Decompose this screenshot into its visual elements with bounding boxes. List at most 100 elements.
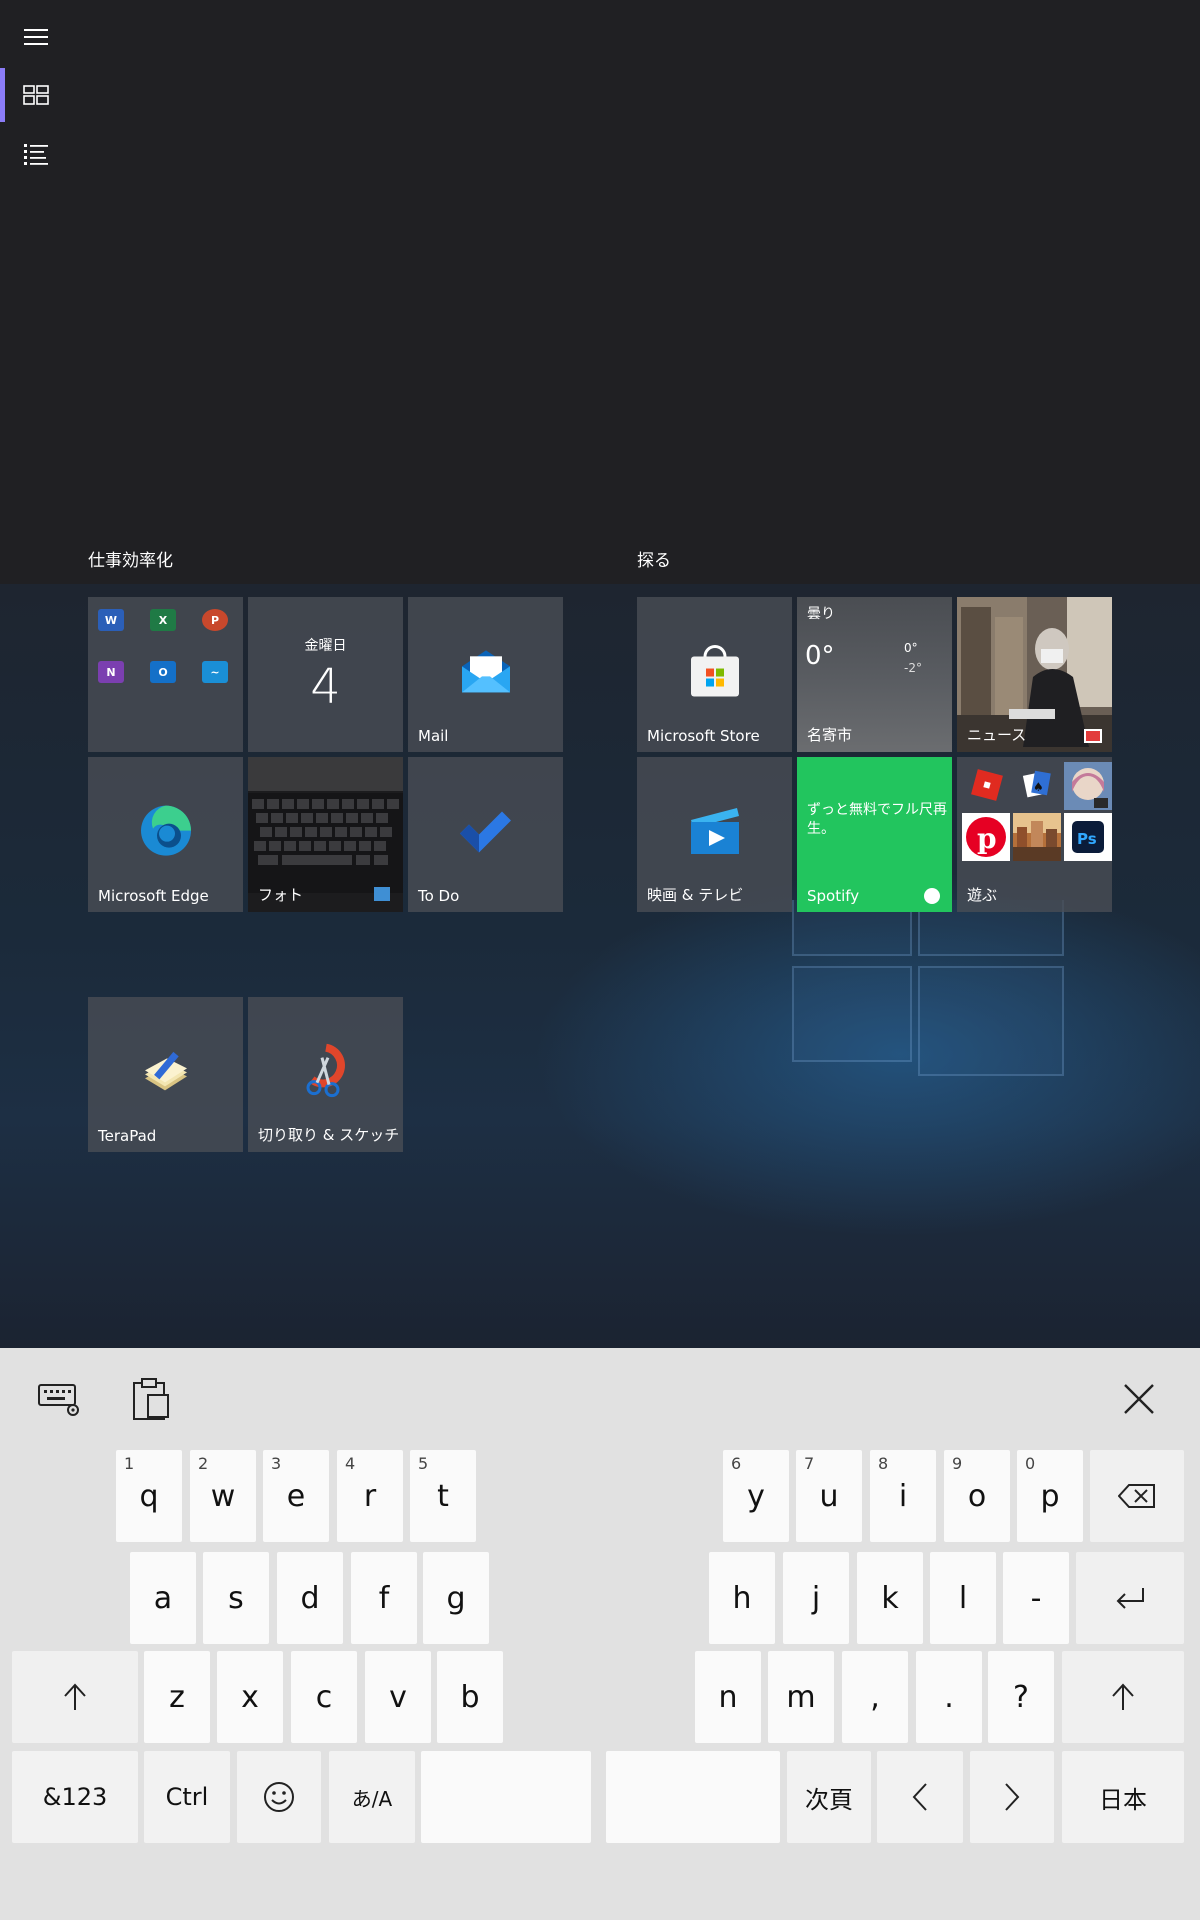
svg-text:p: p bbox=[977, 822, 997, 855]
group-title-productivity[interactable]: 仕事効率化 bbox=[88, 546, 173, 571]
calendar-tile[interactable]: 金曜日 4 bbox=[248, 597, 403, 752]
hamburger-menu-button[interactable] bbox=[0, 8, 72, 66]
weather-tile[interactable]: 曇り 0° 0° -2° 名寄市 bbox=[797, 597, 952, 752]
excel-icon[interactable]: X bbox=[150, 609, 176, 631]
list-view-icon bbox=[24, 144, 48, 165]
news-tile-label: ニュース bbox=[967, 726, 1027, 744]
office-apps-tile[interactable]: W X P N O ~ bbox=[88, 597, 243, 752]
store-tile[interactable]: Microsoft Store bbox=[637, 597, 792, 752]
key-f[interactable]: f bbox=[351, 1552, 417, 1644]
all-apps-button[interactable] bbox=[0, 126, 72, 184]
photos-tile-label: フォト bbox=[258, 886, 304, 904]
start-screen: 仕事効率化 探る W X P N O ~ 金曜日 4 Mail Microsof… bbox=[0, 0, 1200, 1348]
key-h[interactable]: h bbox=[709, 1552, 775, 1644]
key-k[interactable]: k bbox=[857, 1552, 923, 1644]
news-tile[interactable]: ニュース bbox=[957, 597, 1112, 752]
play-folder-tile[interactable]: ♠ p Ps 遊ぶ bbox=[957, 757, 1112, 912]
roblox-icon[interactable] bbox=[962, 762, 1010, 810]
tiles-view-icon bbox=[23, 85, 49, 105]
game-city-icon[interactable] bbox=[1013, 813, 1061, 861]
key-g[interactable]: g bbox=[423, 1552, 489, 1644]
todo-tile[interactable]: To Do bbox=[408, 757, 563, 912]
movies-tv-tile[interactable]: 映画 & テレビ bbox=[637, 757, 792, 912]
shift-key-right[interactable] bbox=[1062, 1651, 1184, 1743]
shift-icon bbox=[64, 1683, 86, 1710]
mail-tile[interactable]: Mail bbox=[408, 597, 563, 752]
wallpaper-window-pane bbox=[918, 966, 1064, 1076]
weather-low: -2° bbox=[904, 661, 922, 675]
store-tile-label: Microsoft Store bbox=[647, 727, 760, 745]
pinned-tiles-button[interactable] bbox=[0, 66, 72, 124]
key-comma[interactable]: , bbox=[842, 1651, 908, 1743]
numbers-key[interactable]: &123 bbox=[12, 1751, 138, 1843]
pinterest-icon[interactable]: p bbox=[962, 813, 1010, 861]
svg-text:♠: ♠ bbox=[1033, 780, 1044, 794]
key-i[interactable]: 8i bbox=[870, 1450, 936, 1542]
key-n[interactable]: n bbox=[695, 1651, 761, 1743]
ctrl-key[interactable]: Ctrl bbox=[144, 1751, 230, 1843]
snip-sketch-tile[interactable]: 切り取り & スケッチ bbox=[248, 997, 403, 1152]
snip-sketch-icon bbox=[306, 1043, 345, 1097]
key-u[interactable]: 7u bbox=[796, 1450, 862, 1542]
key-d[interactable]: d bbox=[277, 1552, 343, 1644]
spotify-promo-text: ずっと無料でフル尺再生。 bbox=[807, 802, 947, 837]
clipboard-button[interactable] bbox=[128, 1376, 174, 1422]
mail-tile-label: Mail bbox=[418, 727, 449, 745]
snip-sketch-tile-label: 切り取り & スケッチ bbox=[258, 1126, 400, 1144]
photos-tile[interactable]: フォト bbox=[248, 757, 403, 912]
svg-text:Ps: Ps bbox=[1077, 830, 1097, 848]
next-page-key[interactable]: 次頁 bbox=[787, 1751, 871, 1843]
photoshop-express-icon[interactable]: Ps bbox=[1064, 813, 1112, 861]
backspace-key[interactable] bbox=[1090, 1450, 1184, 1542]
terapad-tile[interactable]: TeraPad bbox=[88, 997, 243, 1152]
terapad-tile-label: TeraPad bbox=[98, 1127, 157, 1145]
key-c[interactable]: c bbox=[291, 1651, 357, 1743]
emoji-key[interactable] bbox=[237, 1751, 321, 1843]
movies-tv-icon bbox=[690, 807, 739, 854]
enter-key[interactable] bbox=[1076, 1552, 1184, 1644]
edge-tile[interactable]: Microsoft Edge bbox=[88, 757, 243, 912]
powerpoint-icon[interactable]: P bbox=[202, 609, 228, 631]
shift-key-left[interactable] bbox=[12, 1651, 138, 1743]
weather-high: 0° bbox=[904, 641, 918, 655]
key-y[interactable]: 6y bbox=[723, 1450, 789, 1542]
key-b[interactable]: b bbox=[437, 1651, 503, 1743]
key-o[interactable]: 9o bbox=[944, 1450, 1010, 1542]
outlook-icon[interactable]: O bbox=[150, 661, 176, 683]
language-key[interactable]: 日本 bbox=[1062, 1751, 1184, 1843]
sway-icon[interactable]: ~ bbox=[202, 661, 228, 683]
key-r[interactable]: 4r bbox=[337, 1450, 403, 1542]
word-icon[interactable]: W bbox=[98, 609, 124, 631]
key-w[interactable]: 2w bbox=[190, 1450, 256, 1542]
key-x[interactable]: x bbox=[217, 1651, 283, 1743]
key-z[interactable]: z bbox=[144, 1651, 210, 1743]
key-q[interactable]: 1q bbox=[116, 1450, 182, 1542]
ime-mode-key[interactable]: あ/A bbox=[329, 1751, 415, 1843]
right-arrow-key[interactable] bbox=[970, 1751, 1054, 1843]
key-question[interactable]: ? bbox=[988, 1651, 1054, 1743]
left-arrow-key[interactable] bbox=[877, 1751, 963, 1843]
key-m[interactable]: m bbox=[768, 1651, 834, 1743]
close-keyboard-button[interactable] bbox=[1116, 1376, 1162, 1422]
key-period[interactable]: . bbox=[916, 1651, 982, 1743]
key-j[interactable]: j bbox=[783, 1552, 849, 1644]
key-s[interactable]: s bbox=[203, 1552, 269, 1644]
key-a[interactable]: a bbox=[130, 1552, 196, 1644]
key-p[interactable]: 0p bbox=[1017, 1450, 1083, 1542]
onenote-icon[interactable]: N bbox=[98, 661, 124, 683]
key-t[interactable]: 5t bbox=[410, 1450, 476, 1542]
key-hyphen[interactable]: - bbox=[1003, 1552, 1069, 1644]
key-e[interactable]: 3e bbox=[263, 1450, 329, 1542]
space-key-left[interactable] bbox=[421, 1751, 591, 1843]
spotify-tile[interactable]: ずっと無料でフル尺再生。 Spotify bbox=[797, 757, 952, 912]
key-v[interactable]: v bbox=[365, 1651, 431, 1743]
chevron-left-icon bbox=[912, 1783, 927, 1811]
space-key-right[interactable] bbox=[606, 1751, 780, 1843]
key-l[interactable]: l bbox=[930, 1552, 996, 1644]
game-character-icon[interactable] bbox=[1064, 762, 1112, 810]
solitaire-icon[interactable]: ♠ bbox=[1013, 762, 1061, 810]
keyboard-settings-button[interactable] bbox=[34, 1376, 84, 1422]
edge-icon bbox=[140, 805, 191, 856]
group-title-explore[interactable]: 探る bbox=[637, 546, 671, 571]
weather-temperature: 0° bbox=[805, 641, 835, 671]
